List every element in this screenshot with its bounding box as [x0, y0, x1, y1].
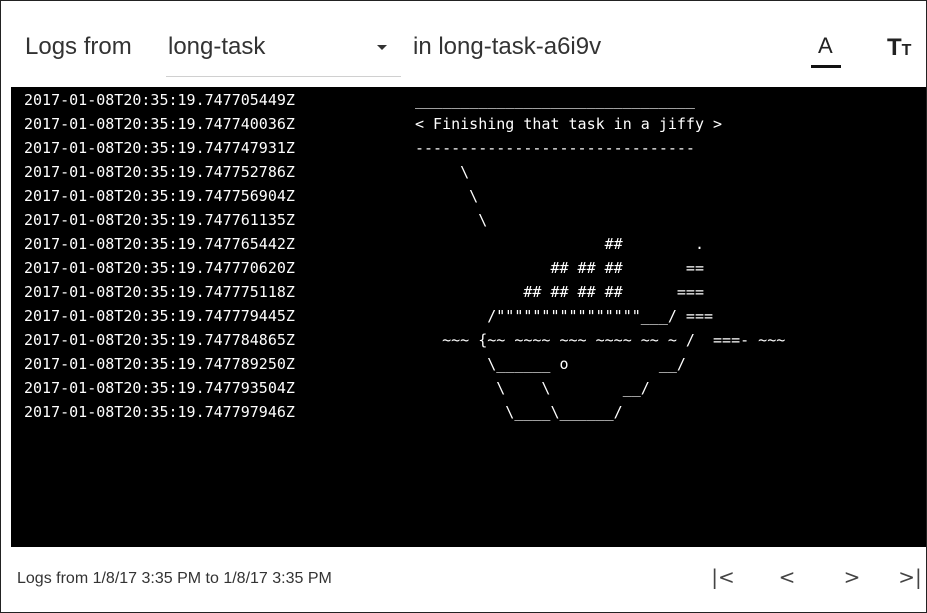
log-message: ## . — [415, 235, 704, 253]
log-line: 2017-01-08T20:35:19.747775118Z ## ## ## … — [11, 281, 704, 303]
log-timestamp: 2017-01-08T20:35:19.747756904Z — [24, 187, 295, 205]
log-timestamp: 2017-01-08T20:35:19.747752786Z — [24, 163, 295, 181]
log-line: 2017-01-08T20:35:19.747765442Z ## . — [11, 233, 704, 255]
log-header: Logs from long-task in long-task-a6i9v A… — [1, 1, 926, 87]
log-line: 2017-01-08T20:35:19.747770620Z ## ## ## … — [11, 257, 704, 279]
first-page-button[interactable]: |< — [708, 565, 738, 593]
log-line: 2017-01-08T20:35:19.747705449Z __________… — [11, 89, 695, 111]
log-message: \____\______/ — [415, 403, 623, 421]
log-viewer-window: Logs from long-task in long-task-a6i9v A… — [0, 0, 927, 613]
log-message: ------------------------------- — [415, 139, 695, 157]
log-timestamp: 2017-01-08T20:35:19.747789250Z — [24, 355, 295, 373]
log-line: 2017-01-08T20:35:19.747793504Z \ \ __/ — [11, 377, 650, 399]
log-message: \ \ __/ — [415, 379, 650, 397]
log-output[interactable]: 2017-01-08T20:35:19.747705449Z __________… — [11, 87, 926, 547]
log-line: 2017-01-08T20:35:19.747789250Z \______ o… — [11, 353, 686, 375]
log-timestamp: 2017-01-08T20:35:19.747784865Z — [24, 331, 295, 349]
log-time-range: Logs from 1/8/17 3:35 PM to 1/8/17 3:35 … — [17, 570, 332, 587]
dropdown-arrow-icon — [377, 45, 387, 50]
header-prefix: Logs from — [25, 33, 132, 60]
last-page-button[interactable]: >| — [895, 565, 925, 593]
prev-page-button[interactable]: < — [772, 565, 802, 593]
next-page-button[interactable]: > — [837, 565, 867, 593]
log-timestamp: 2017-01-08T20:35:19.747765442Z — [24, 235, 295, 253]
log-timestamp: 2017-01-08T20:35:19.747740036Z — [24, 115, 295, 133]
pod-name: in long-task-a6i9v — [413, 33, 602, 60]
log-line: 2017-01-08T20:35:19.747797946Z \____\___… — [11, 401, 623, 423]
log-message: ## ## ## ## === — [415, 283, 704, 301]
log-timestamp: 2017-01-08T20:35:19.747705449Z — [24, 91, 295, 109]
log-message: \ — [415, 211, 488, 229]
log-message: < Finishing that task in a jiffy > — [415, 115, 723, 133]
log-line: 2017-01-08T20:35:19.747747931Z ----------… — [11, 137, 695, 159]
container-select-value: long-task — [168, 33, 266, 60]
font-color-glyph: A — [818, 33, 833, 58]
log-timestamp: 2017-01-08T20:35:19.747793504Z — [24, 379, 295, 397]
font-color-icon[interactable]: A — [809, 31, 845, 69]
log-message: ## ## ## == — [415, 259, 704, 277]
log-message: \______ o __/ — [415, 355, 686, 373]
log-message: \ — [415, 163, 470, 181]
log-footer: Logs from 1/8/17 3:35 PM to 1/8/17 3:35 … — [1, 547, 926, 612]
log-line: 2017-01-08T20:35:19.747779445Z /""""""""… — [11, 305, 713, 327]
text-size-icon[interactable]: TT — [887, 34, 926, 64]
log-line: 2017-01-08T20:35:19.747784865Z ~~~ {~~ ~… — [11, 329, 785, 351]
log-timestamp: 2017-01-08T20:35:19.747779445Z — [24, 307, 295, 325]
text-size-glyph-small: T — [901, 42, 912, 59]
log-message: ~~~ {~~ ~~~~ ~~~ ~~~~ ~~ ~ / ===- ~~~ — [415, 331, 786, 349]
log-line: 2017-01-08T20:35:19.747761135Z \ — [11, 209, 487, 231]
log-line: 2017-01-08T20:35:19.747756904Z \ — [11, 185, 478, 207]
container-select[interactable]: long-task — [166, 26, 401, 77]
log-timestamp: 2017-01-08T20:35:19.747761135Z — [24, 211, 295, 229]
log-timestamp: 2017-01-08T20:35:19.747775118Z — [24, 283, 295, 301]
text-size-glyph-big: T — [887, 34, 902, 61]
log-timestamp: 2017-01-08T20:35:19.747747931Z — [24, 139, 295, 157]
log-message: /""""""""""""""""___/ === — [415, 307, 714, 325]
log-line: 2017-01-08T20:35:19.747740036Z < Finishin… — [11, 113, 722, 135]
log-message: _______________________________ — [415, 91, 695, 109]
log-timestamp: 2017-01-08T20:35:19.747770620Z — [24, 259, 295, 277]
log-line: 2017-01-08T20:35:19.747752786Z \ — [11, 161, 469, 183]
log-message: \ — [415, 187, 479, 205]
log-timestamp: 2017-01-08T20:35:19.747797946Z — [24, 403, 295, 421]
font-color-underline — [811, 65, 841, 68]
